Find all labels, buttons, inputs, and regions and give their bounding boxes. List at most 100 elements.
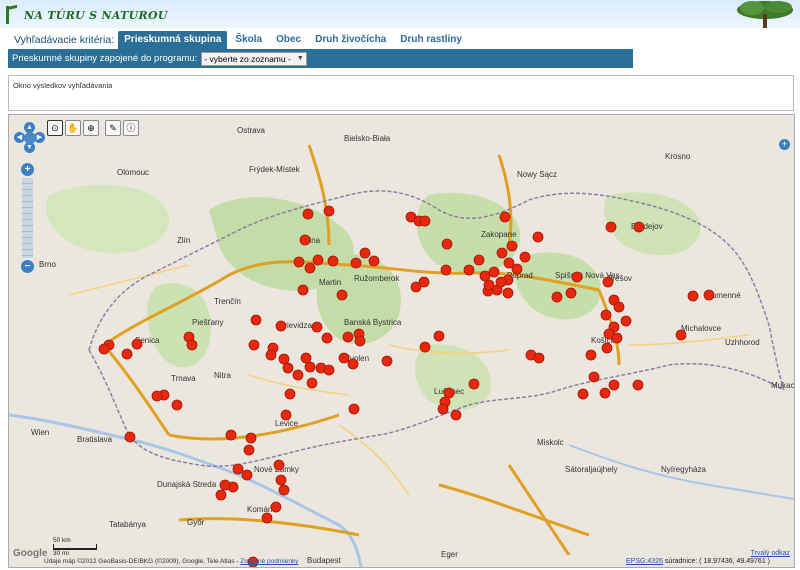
observation-marker[interactable] xyxy=(278,353,290,365)
terms-inline-link[interactable]: Zmluvné podmienky xyxy=(240,558,298,565)
observation-marker[interactable] xyxy=(304,361,316,373)
layer-switcher-icon[interactable]: + xyxy=(779,139,790,150)
observation-marker[interactable] xyxy=(299,234,311,246)
permalink[interactable]: Trvalý odkaz xyxy=(751,550,790,557)
observation-marker[interactable] xyxy=(284,388,296,400)
observation-marker[interactable] xyxy=(675,329,687,341)
map-panel[interactable]: Ostrava Bielsko-Biała Frýdek-Místek Olomouc… xyxy=(8,114,795,568)
observation-marker[interactable] xyxy=(613,301,625,313)
observation-marker[interactable] xyxy=(506,240,518,252)
observation-marker[interactable] xyxy=(450,409,462,421)
observation-marker[interactable] xyxy=(306,377,318,389)
observation-marker[interactable] xyxy=(571,271,583,283)
observation-marker[interactable] xyxy=(440,264,452,276)
epsg-link[interactable]: EPSG:4326 xyxy=(626,558,663,565)
observation-marker[interactable] xyxy=(323,205,335,217)
observation-marker[interactable] xyxy=(245,432,257,444)
zoom-in-icon[interactable]: + xyxy=(21,163,34,176)
observation-marker[interactable] xyxy=(347,358,359,370)
observation-marker[interactable] xyxy=(600,309,612,321)
observation-marker[interactable] xyxy=(483,279,495,291)
observation-marker[interactable] xyxy=(499,211,511,223)
observation-marker[interactable] xyxy=(241,469,253,481)
info-tool-icon[interactable]: ⓘ xyxy=(123,120,139,136)
observation-marker[interactable] xyxy=(463,264,475,276)
zoom-slider[interactable] xyxy=(22,178,33,258)
pan-control[interactable]: ▲ ◀ ▶ ▼ xyxy=(14,122,45,153)
observation-marker[interactable] xyxy=(419,215,431,227)
observation-marker[interactable] xyxy=(312,254,324,266)
observation-marker[interactable] xyxy=(359,247,371,259)
observation-marker[interactable] xyxy=(605,221,617,233)
observation-marker[interactable] xyxy=(602,276,614,288)
observation-marker[interactable] xyxy=(121,348,133,360)
observation-marker[interactable] xyxy=(532,231,544,243)
observation-marker[interactable] xyxy=(186,339,198,351)
observation-marker[interactable] xyxy=(250,314,262,326)
observation-marker[interactable] xyxy=(275,474,287,486)
tab-school[interactable]: Škola xyxy=(229,31,268,49)
observation-marker[interactable] xyxy=(443,387,455,399)
observation-marker[interactable] xyxy=(300,352,312,364)
map-canvas[interactable]: Ostrava Bielsko-Biała Frýdek-Místek Olomouc… xyxy=(9,115,794,567)
observation-marker[interactable] xyxy=(243,444,255,456)
observation-marker[interactable] xyxy=(225,429,237,441)
observation-marker[interactable] xyxy=(588,371,600,383)
observation-marker[interactable] xyxy=(278,484,290,496)
observation-marker[interactable] xyxy=(323,364,335,376)
observation-marker[interactable] xyxy=(473,254,485,266)
research-group-select[interactable]: - vyberte zo zoznamu - ▼ xyxy=(201,51,307,66)
tab-animal-species[interactable]: Druh živočícha xyxy=(309,31,392,49)
observation-marker[interactable] xyxy=(687,290,699,302)
observation-marker[interactable] xyxy=(282,362,294,374)
observation-marker[interactable] xyxy=(488,266,500,278)
zoom-control[interactable]: + − xyxy=(21,163,35,273)
observation-marker[interactable] xyxy=(232,463,244,475)
observation-marker[interactable] xyxy=(219,479,231,491)
observation-marker[interactable] xyxy=(342,331,354,343)
observation-marker[interactable] xyxy=(601,342,613,354)
observation-marker[interactable] xyxy=(98,343,110,355)
observation-marker[interactable] xyxy=(354,335,366,347)
observation-marker[interactable] xyxy=(437,403,449,415)
observation-marker[interactable] xyxy=(273,459,285,471)
observation-marker[interactable] xyxy=(321,332,333,344)
observation-marker[interactable] xyxy=(577,388,589,400)
draw-tool-icon[interactable]: ✎ xyxy=(105,120,121,136)
observation-marker[interactable] xyxy=(327,255,339,267)
observation-marker[interactable] xyxy=(565,287,577,299)
observation-marker[interactable] xyxy=(124,431,136,443)
observation-marker[interactable] xyxy=(302,208,314,220)
zoom-box-icon[interactable]: ⊕ xyxy=(83,120,99,136)
observation-marker[interactable] xyxy=(151,390,163,402)
observation-marker[interactable] xyxy=(496,247,508,259)
observation-marker[interactable] xyxy=(336,289,348,301)
zoom-out-icon[interactable]: − xyxy=(21,260,34,273)
observation-marker[interactable] xyxy=(131,338,143,350)
observation-marker[interactable] xyxy=(468,378,480,390)
observation-marker[interactable] xyxy=(293,256,305,268)
tab-municipality[interactable]: Obec xyxy=(270,31,307,49)
observation-marker[interactable] xyxy=(261,512,273,524)
observation-marker[interactable] xyxy=(519,251,531,263)
observation-marker[interactable] xyxy=(585,349,597,361)
observation-marker[interactable] xyxy=(304,262,316,274)
observation-marker[interactable] xyxy=(348,403,360,415)
observation-marker[interactable] xyxy=(495,276,507,288)
observation-marker[interactable] xyxy=(418,276,430,288)
observation-marker[interactable] xyxy=(551,291,563,303)
observation-marker[interactable] xyxy=(433,330,445,342)
observation-marker[interactable] xyxy=(265,349,277,361)
observation-marker[interactable] xyxy=(171,399,183,411)
observation-marker[interactable] xyxy=(502,287,514,299)
observation-marker[interactable] xyxy=(292,369,304,381)
observation-marker[interactable] xyxy=(297,284,309,296)
observation-marker[interactable] xyxy=(599,387,611,399)
observation-marker[interactable] xyxy=(632,379,644,391)
observation-marker[interactable] xyxy=(703,289,715,301)
observation-marker[interactable] xyxy=(275,320,287,332)
observation-marker[interactable] xyxy=(280,409,292,421)
observation-marker[interactable] xyxy=(419,341,431,353)
observation-marker[interactable] xyxy=(338,352,350,364)
navigate-tool-icon[interactable]: ⊙ xyxy=(47,120,63,136)
